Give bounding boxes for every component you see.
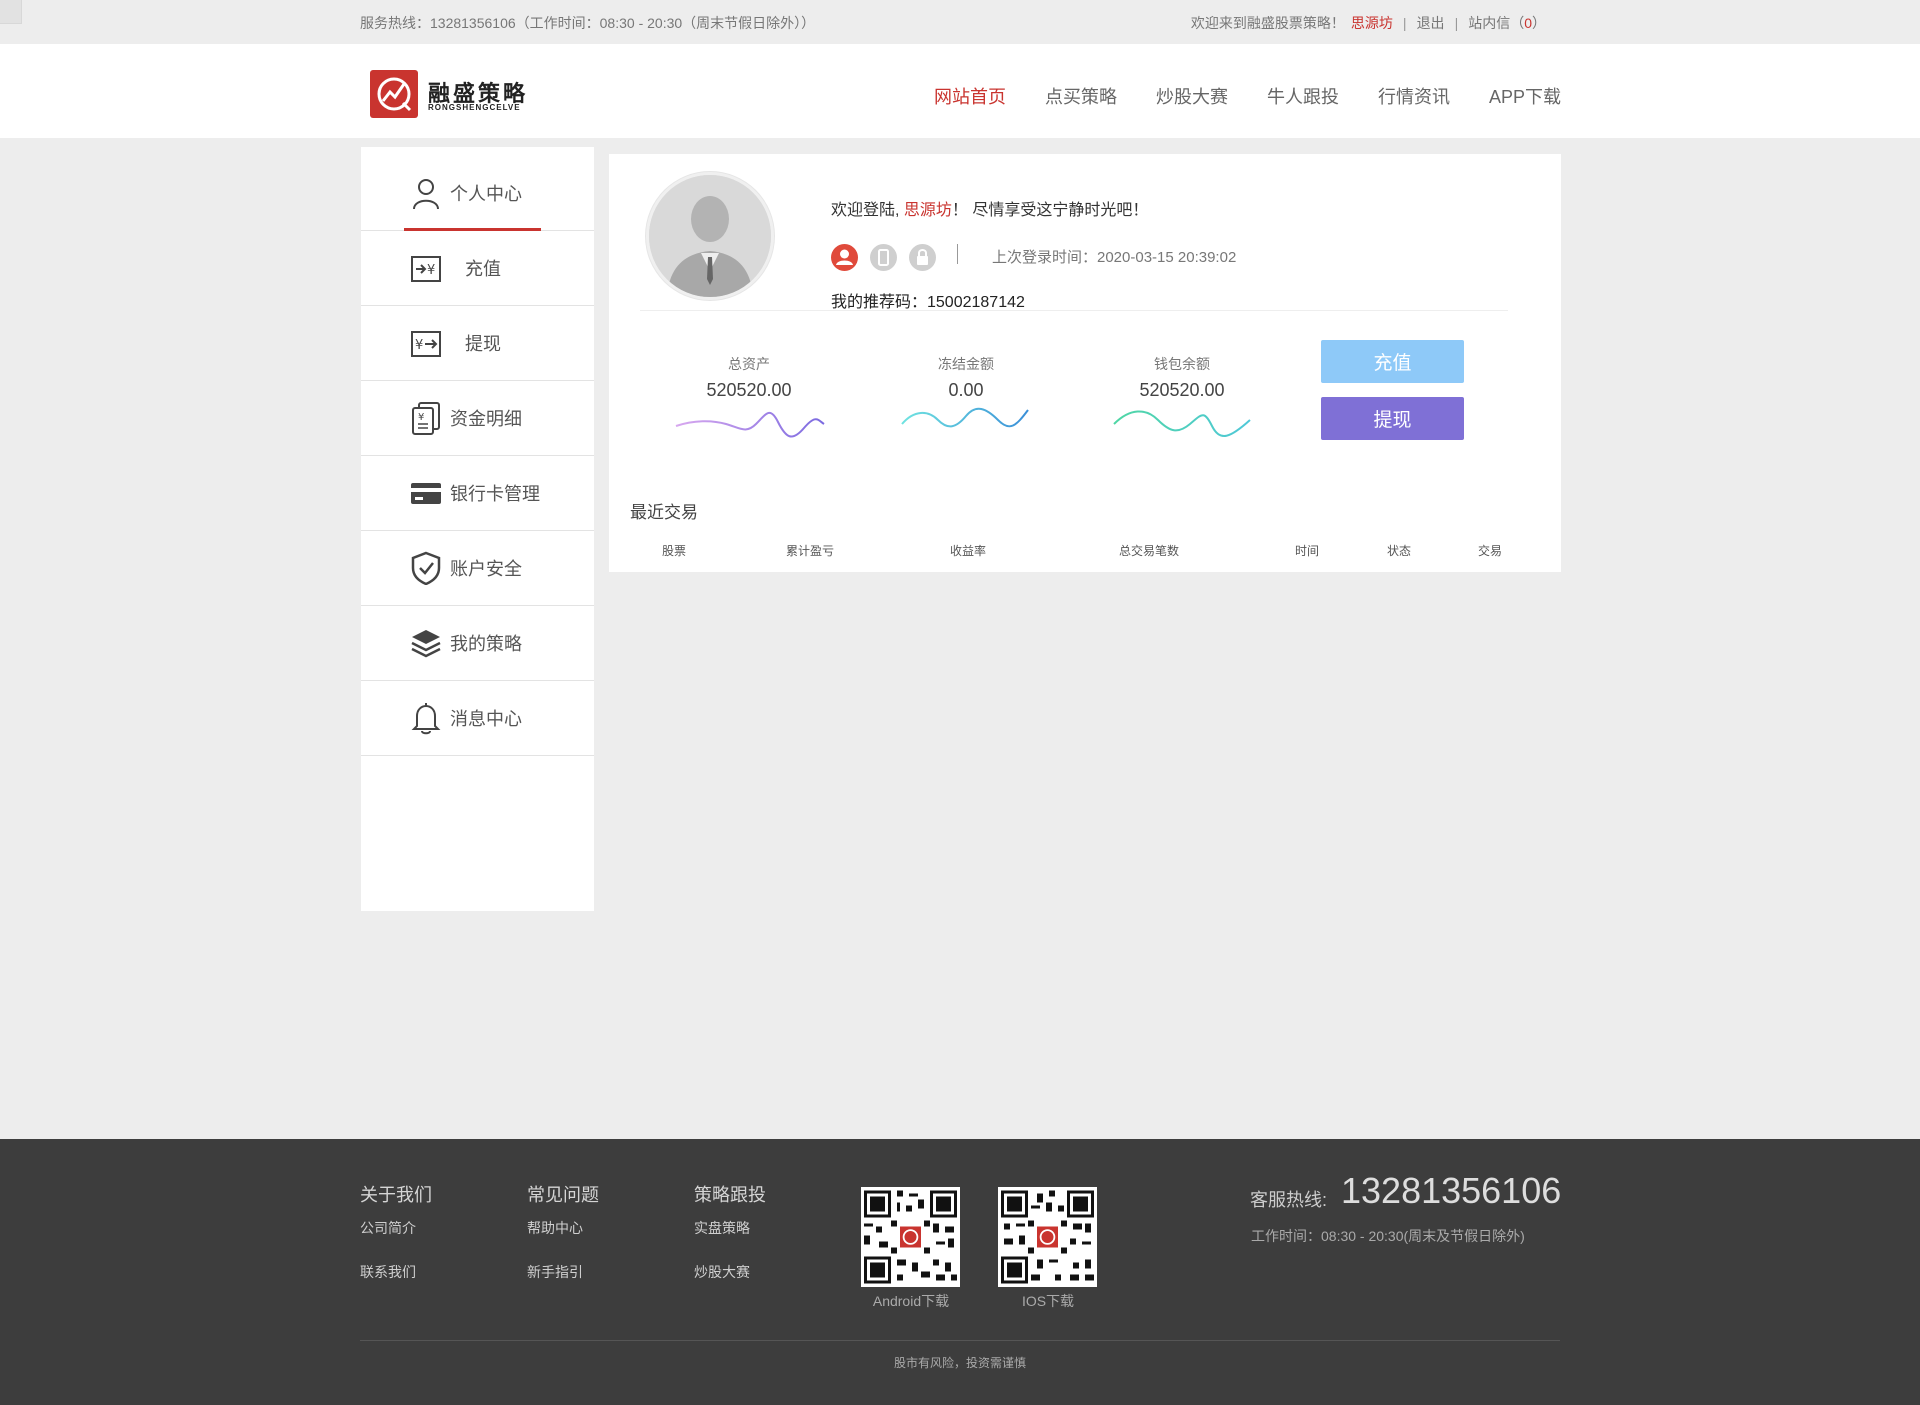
wallet-balance-wave [1113,410,1251,437]
inbox-close-paren: ） [1532,15,1546,31]
working-hours: 工作时间：08:30 - 20:30(周末及节假日除外) [1251,1228,1525,1244]
logo-icon[interactable] [370,70,418,118]
top-bar [0,0,1920,44]
svg-text:¥: ¥ [415,338,423,353]
welcome-message: 欢迎登陆, 思源坊！ 尽情享受这宁静时光吧！ [831,196,1148,220]
frozen-amount-value: 0.00 [948,380,984,400]
footer-link-company-intro[interactable]: 公司简介 [360,1218,416,1238]
fund-details-icon: ¥ [409,401,443,435]
separator: | [1454,15,1459,31]
total-assets-wave [675,411,825,438]
inbox-link[interactable]: 站内信（0） [1468,13,1546,33]
service-hotline: 服务热线：13281356106（工作时间：08:30 - 20:30（周末节假… [360,15,816,31]
divider [640,310,1508,311]
frozen-amount-wave [901,407,1029,428]
footer-link-beginner-guide[interactable]: 新手指引 [527,1262,583,1282]
sidebar-item-message-center[interactable]: 消息中心 [361,681,594,756]
footer-faq-title: 常见问题 [527,1185,599,1205]
lock-icon[interactable] [909,244,936,271]
column-header-stock: 股票 [662,544,687,558]
footer-about-title: 关于我们 [360,1185,432,1205]
bell-icon [409,701,443,735]
sidebar-item-my-strategy[interactable]: 我的策略 [361,606,594,681]
sidebar-item-bank-card[interactable]: 银行卡管理 [361,456,594,531]
column-header-status: 状态 [1387,544,1412,558]
divider [957,244,958,264]
inbox-label: 站内信 [1468,15,1511,31]
inbox-open-paren: （ [1510,15,1525,31]
android-download-label[interactable]: Android下载 [841,1291,981,1311]
referral-code: 我的推荐码：15002187142 [831,294,1025,311]
column-header-time: 时间 [1295,544,1320,558]
sidebar-item-recharge[interactable]: ¥ 充值 [361,231,594,306]
customer-hotline-number: 13281356106 [1341,1170,1562,1211]
sidebar-item-account-security[interactable]: 账户安全 [361,531,594,606]
footer-link-stock-contest[interactable]: 炒股大赛 [694,1262,750,1282]
ios-download-label[interactable]: IOS下载 [978,1291,1118,1311]
last-login-time: 上次登录时间：2020-03-15 20:39:02 [992,249,1237,266]
svg-text:¥: ¥ [418,412,424,423]
sidebar-item-label: 银行卡管理 [450,484,540,504]
logout-link[interactable]: 退出 [1417,13,1445,33]
recharge-icon: ¥ [409,251,443,285]
sidebar-item-personal-center[interactable]: 个人中心 [361,156,594,231]
nav-follow[interactable]: 牛人跟投 [1267,83,1339,109]
logo-subtext: RONGSHENGCELVE [428,103,521,112]
svg-text:¥: ¥ [427,263,435,278]
nav-home[interactable]: 网站首页 [934,83,1006,109]
ios-qr-code [998,1187,1097,1287]
footer-link-live-strategy[interactable]: 实盘策略 [694,1218,750,1238]
footer-strategy-title: 策略跟投 [694,1185,766,1205]
sidebar-item-label: 账户安全 [450,559,522,579]
welcome-suffix: ！ 尽情享受这宁静时光吧！ [951,202,1149,219]
nav-market-news[interactable]: 行情资讯 [1378,83,1450,109]
footer-link-help-center[interactable]: 帮助中心 [527,1218,583,1238]
nav-contest[interactable]: 炒股大赛 [1156,83,1228,109]
sidebar-item-label: 充值 [465,259,501,279]
corner-square [0,0,22,24]
sidebar-item-label: 消息中心 [450,709,522,729]
android-qr-code [861,1187,960,1287]
total-assets-label: 总资产 [728,356,770,372]
phone-icon[interactable] [870,244,897,271]
bank-card-icon [409,476,443,510]
nav-buy-strategy[interactable]: 点买策略 [1045,83,1117,109]
sidebar-item-label: 提现 [465,334,501,354]
user-icon [409,176,443,210]
separator: | [1402,15,1407,31]
frozen-amount-label: 冻结金额 [938,356,994,372]
username-link[interactable]: 思源坊 [1351,13,1393,33]
footer-link-contact[interactable]: 联系我们 [360,1262,416,1282]
identity-verified-icon[interactable] [831,244,858,271]
user-links: 欢迎来到融盛股票策略！ 思源坊 | 退出 | 站内信（0） [1191,13,1546,33]
security-status-icons [831,244,936,271]
layers-icon [409,626,443,660]
recharge-button[interactable]: 充值 [1321,340,1464,383]
sidebar-item-label: 个人中心 [450,184,522,204]
column-header-trade: 交易 [1478,544,1503,558]
customer-hotline-label: 客服热线: [1250,1190,1328,1210]
sidebar-item-label: 我的策略 [450,634,522,654]
wallet-balance-value: 520520.00 [1139,380,1225,400]
nav-app-download[interactable]: APP下载 [1489,83,1561,109]
column-header-total-trades: 总交易笔数 [1119,544,1180,558]
welcome-text: 欢迎来到融盛股票策略！ [1190,15,1345,31]
risk-warning: 股市有风险，投资需谨慎 [893,1356,1026,1370]
profile-username: 思源坊 [903,202,952,219]
footer-divider [360,1340,1560,1341]
avatar[interactable] [646,172,774,300]
recent-trades-title: 最近交易 [630,503,698,522]
sidebar-item-label: 资金明细 [450,409,522,429]
column-header-cumulative-pnl: 累计盈亏 [786,544,835,558]
column-header-return-rate: 收益率 [950,544,987,558]
total-assets-value: 520520.00 [706,380,792,400]
welcome-prefix: 欢迎登陆, [831,202,900,219]
inbox-count: 0 [1524,15,1532,31]
sidebar-item-withdraw[interactable]: ¥ 提现 [361,306,594,381]
wallet-balance-label: 钱包余额 [1154,356,1210,372]
withdraw-button[interactable]: 提现 [1321,397,1464,440]
withdraw-icon: ¥ [409,326,443,360]
shield-icon [409,551,443,586]
sidebar-item-fund-details[interactable]: ¥ 资金明细 [361,381,594,456]
